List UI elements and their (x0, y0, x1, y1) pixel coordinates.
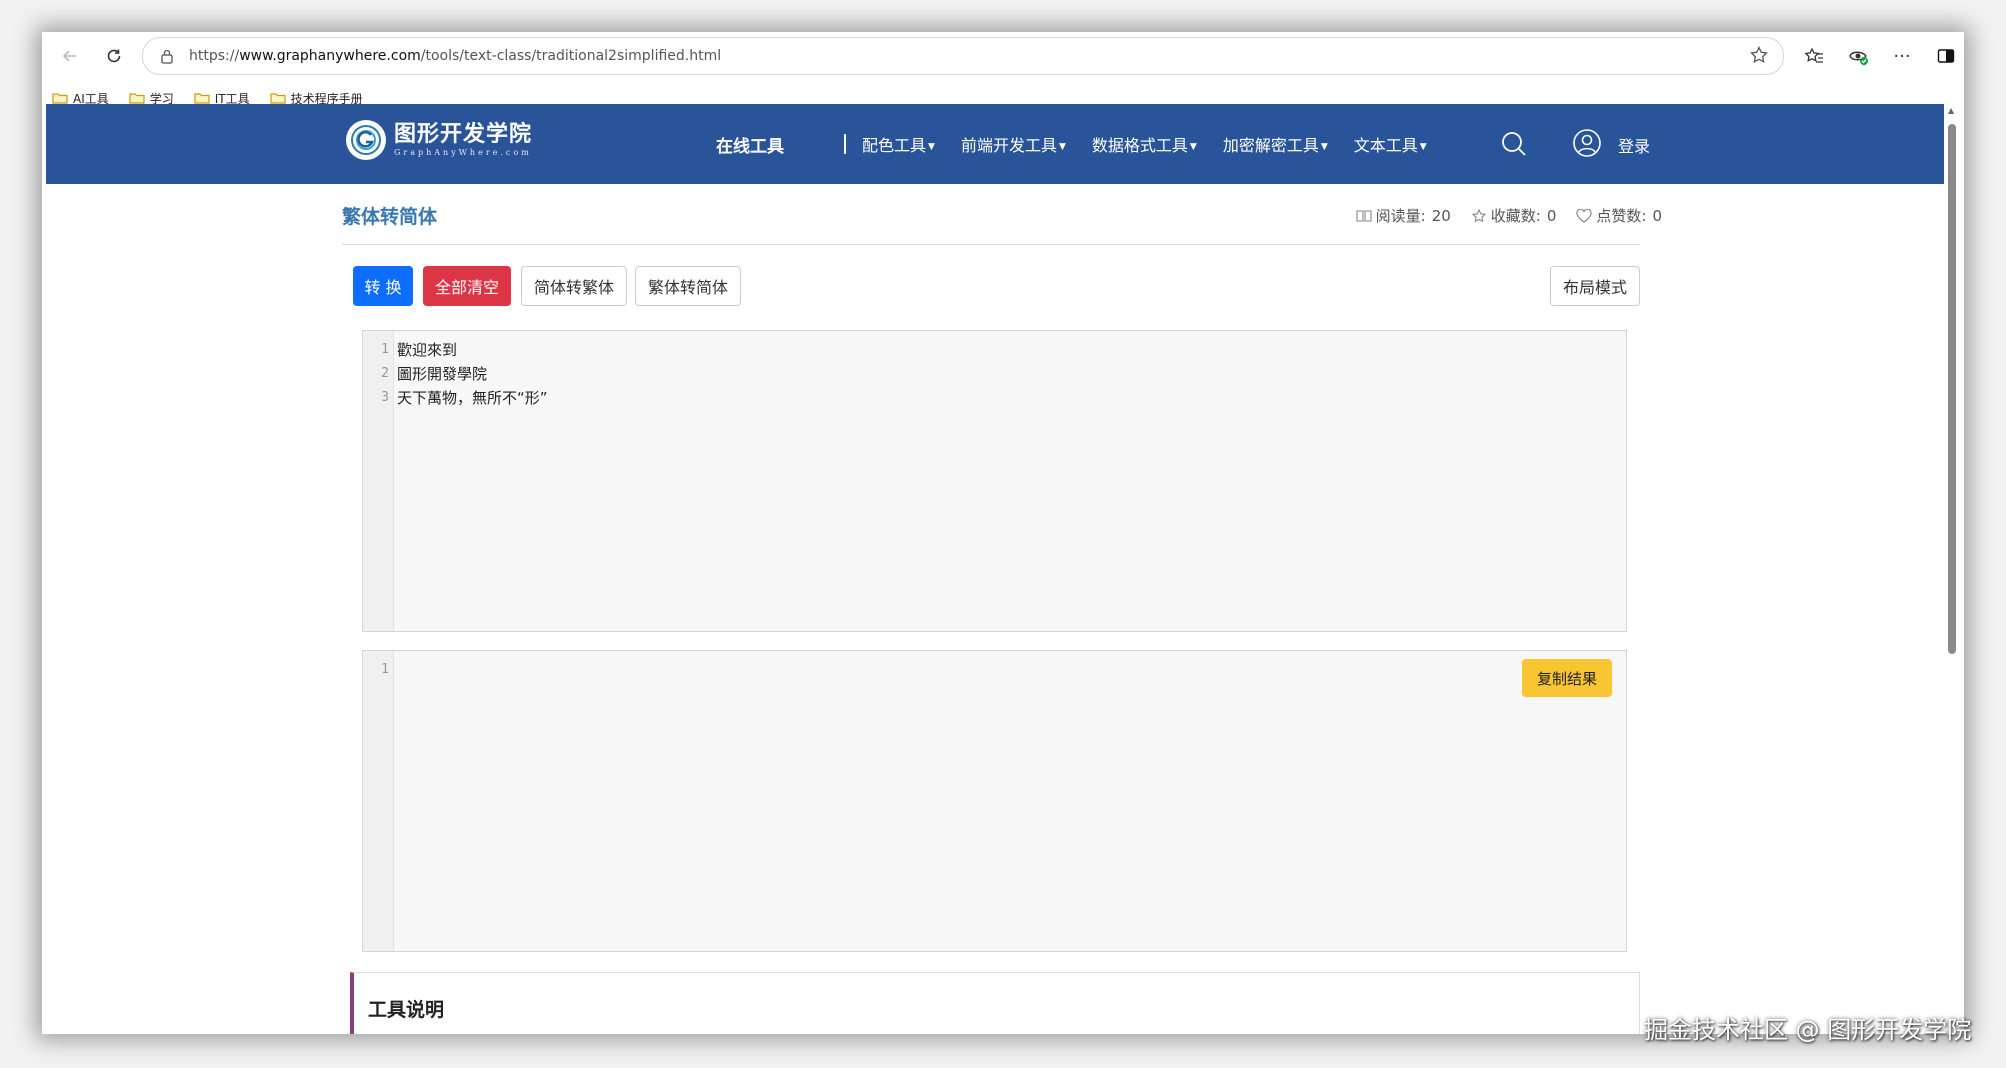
url-text: https://www.graphanywhere.com/tools/text… (189, 48, 721, 64)
clear-all-button[interactable]: 全部清空 (423, 266, 511, 306)
output-editor[interactable]: 1 复制结果 (362, 650, 1627, 952)
site-header: 图形开发学院 GraphAnyWhere.com 在线工具 配色工具 ▼ 前端开发… (46, 104, 1944, 184)
nav-text-tools[interactable]: 文本工具 ▼ (1354, 132, 1427, 156)
more-menu-icon[interactable]: ··· (1890, 44, 1914, 68)
more-label: ··· (1893, 45, 1911, 67)
editor-line: 2 圖形開發學院 (363, 361, 1603, 385)
logo-subtitle: GraphAnyWhere.com (394, 148, 532, 157)
caret-down-icon: ▼ (928, 141, 935, 152)
nav-frontend-tools[interactable]: 前端开发工具 ▼ (961, 132, 1066, 156)
browser-toolbar: https://www.graphanywhere.com/tools/text… (42, 32, 1964, 80)
trad-to-simp-button[interactable]: 繁体转简体 (635, 266, 741, 306)
line-text: 歡迎來到 (397, 340, 458, 359)
nav-color-tools[interactable]: 配色工具 ▼ (862, 132, 935, 156)
convert-button[interactable]: 转 换 (353, 266, 413, 306)
page-title: 繁体转简体 (342, 206, 438, 228)
favorite-star-icon[interactable] (1749, 45, 1769, 69)
folder-icon (194, 93, 210, 104)
nav-label: 数据格式工具 (1091, 136, 1188, 155)
book-icon (1356, 209, 1372, 223)
output-lines: 1 (363, 657, 1603, 681)
extension-icon[interactable] (1846, 44, 1870, 68)
favorites-label: 收藏数: (1490, 207, 1541, 225)
nav-label: 配色工具 (862, 136, 927, 155)
favorites-count: 0 (1546, 206, 1557, 225)
back-button[interactable] (54, 40, 86, 72)
line-number: 2 (381, 365, 389, 381)
caret-down-icon: ▼ (1419, 141, 1427, 152)
caret-down-icon: ▼ (1189, 141, 1197, 152)
stat-favorites[interactable]: 收藏数: 0 (1471, 205, 1557, 226)
nav-data-format-tools[interactable]: 数据格式工具 ▼ (1092, 132, 1197, 156)
scroll-thumb[interactable] (1948, 124, 1956, 654)
url-domain: www.graphanywhere.com (239, 48, 421, 64)
reload-button[interactable] (98, 40, 130, 72)
editor-line: 1 歡迎來到 (363, 337, 1603, 361)
caret-down-icon: ▼ (1058, 141, 1066, 152)
back-arrow-icon (62, 50, 76, 62)
divider (342, 244, 1640, 245)
nav-label: 加密解密工具 (1222, 136, 1319, 155)
favorites-icon[interactable] (1802, 44, 1826, 68)
sidebar-toggle-icon[interactable] (1934, 44, 1958, 68)
editor-line: 1 (363, 657, 1603, 681)
logo-title: 图形开发学院 (394, 122, 533, 147)
folder-icon (129, 93, 145, 104)
stat-likes[interactable]: 点赞数: 0 (1576, 205, 1662, 226)
reload-icon (107, 49, 121, 63)
page-stats: 阅读量: 20 收藏数: 0 点赞数: 0 (1336, 205, 1662, 226)
scroll-up-icon[interactable]: ▲ (1948, 106, 1954, 115)
input-lines: 1 歡迎來到 2 圖形開發學院 3 天下萬物，無所不“形” (363, 337, 1603, 409)
main-nav: 配色工具 ▼ 前端开发工具 ▼ 数据格式工具 ▼ 加密解密工具 ▼ 文本工具 ▼ (862, 132, 1453, 156)
layout-mode-button[interactable]: 布局模式 (1550, 266, 1640, 306)
login-link[interactable]: 登录 (1618, 133, 1650, 157)
line-number-gutter (363, 651, 394, 951)
user-icon[interactable] (1572, 128, 1602, 158)
nav-crypto-tools[interactable]: 加密解密工具 ▼ (1223, 132, 1328, 156)
star-icon (1471, 208, 1487, 224)
nav-label: 文本工具 (1353, 136, 1418, 155)
likes-label: 点赞数: (1596, 207, 1647, 225)
line-text: 天下萬物，無所不“形” (397, 388, 548, 407)
browser-window: https://www.graphanywhere.com/tools/text… (42, 32, 1964, 1034)
heart-icon (1576, 208, 1593, 223)
nav-label: 前端开发工具 (960, 136, 1057, 155)
input-editor[interactable]: 1 歡迎來到 2 圖形開發學院 3 天下萬物，無所不“形” (362, 330, 1627, 632)
likes-count: 0 (1652, 206, 1662, 225)
views-count: 20 (1431, 206, 1451, 225)
site-logo[interactable]: 图形开发学院 GraphAnyWhere.com (346, 120, 532, 160)
lock-icon (157, 46, 177, 66)
folder-icon (52, 93, 68, 104)
description-title: 工具说明 (368, 999, 445, 1021)
views-label: 阅读量: (1375, 207, 1426, 225)
copy-result-button[interactable]: 复制结果 (1522, 659, 1612, 697)
watermark: 掘金技术社区 @ 图形开发学院 (1644, 1016, 1972, 1044)
url-path: /tools/text-class/traditional2simplified… (420, 48, 722, 64)
line-number: 1 (381, 661, 389, 677)
stat-views: 阅读量: 20 (1356, 205, 1451, 226)
line-number: 1 (381, 341, 389, 357)
caret-down-icon: ▼ (1320, 141, 1328, 152)
line-number: 3 (381, 389, 389, 405)
editor-line: 3 天下萬物，無所不“形” (363, 385, 1603, 409)
page-scrollbar[interactable]: ▲ (1946, 104, 1958, 1034)
tool-description-card: 工具说明 (350, 972, 1640, 1034)
address-bar[interactable]: https://www.graphanywhere.com/tools/text… (142, 37, 1784, 75)
line-text: 圖形開發學院 (397, 364, 488, 383)
search-icon[interactable] (1500, 130, 1528, 158)
url-prefix: https:// (189, 48, 240, 64)
folder-icon (270, 93, 286, 104)
logo-icon (346, 120, 386, 160)
nav-online-tools[interactable]: 在线工具 (716, 132, 784, 157)
simp-to-trad-button[interactable]: 简体转繁体 (521, 266, 627, 306)
nav-divider (844, 134, 846, 154)
